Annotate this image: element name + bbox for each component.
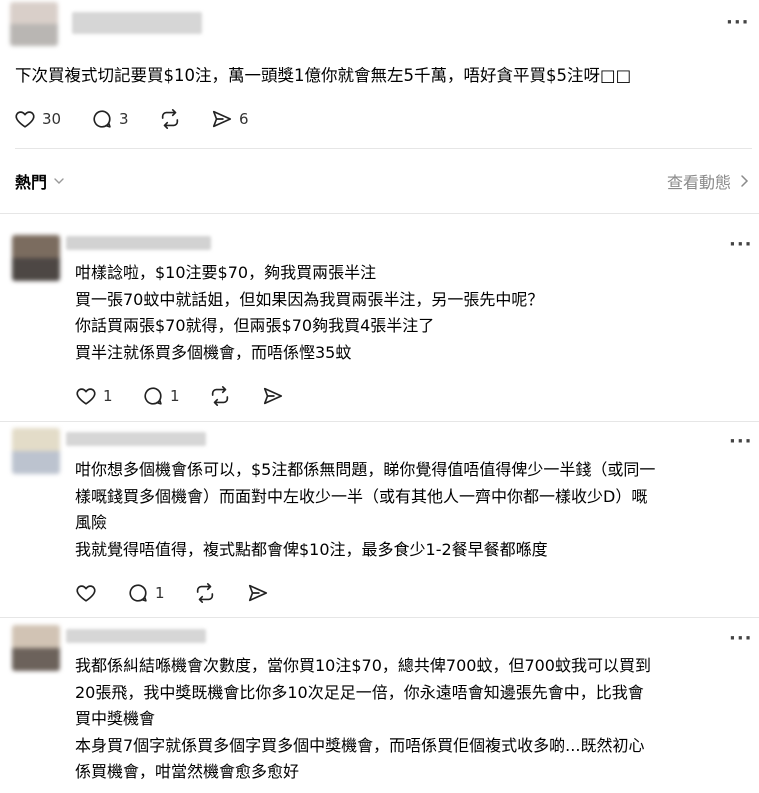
- send-icon: [263, 387, 283, 405]
- comment-line: 本身買7個字就係買多個字買多個中獎機會，而唔係買佢個複式收多啲...既然初心: [75, 735, 645, 755]
- comment-line: 我就覺得唔值得，複式點都會俾$10注，最多食少1-2餐早餐都喺度: [75, 539, 548, 559]
- heart-icon: [76, 585, 96, 602]
- comment-reply-button[interactable]: 1: [127, 582, 165, 604]
- comment-more-icon[interactable]: ···: [729, 433, 753, 451]
- comment-icon: [129, 584, 147, 602]
- comment-line: 咁你想多個機會係可以，$5注都係無問題，睇你覺得值唔值得俾少一半錢（或同一: [75, 460, 656, 479]
- send-icon: [248, 584, 268, 602]
- chevron-right-icon: [741, 175, 749, 187]
- repost-icon: [196, 583, 214, 603]
- comment-line: 你話買兩張$70就得，但兩張$70夠我買4張半注了: [75, 316, 435, 335]
- comment-text: 咁你想多個機會係可以，$5注都係無問題，睇你覺得值唔值得俾少一半錢（或同一 樣嘅…: [75, 457, 750, 563]
- divider: [0, 213, 759, 214]
- comment-more-icon[interactable]: ···: [729, 236, 753, 254]
- view-activity-label: 查看動態: [666, 173, 731, 192]
- comment-line: 咁樣諗啦，$10注要$70，夠我買兩張半注: [75, 263, 377, 282]
- comment-like-count: 1: [103, 387, 113, 405]
- heart-icon: [76, 388, 96, 405]
- sort-dropdown[interactable]: 熱門: [15, 169, 65, 193]
- comment-line: 20張飛，我中獎既機會比你多10次足足一倍，你永遠唔會知邊張先會中，比我會: [75, 682, 644, 702]
- comment-share-button[interactable]: [262, 385, 284, 407]
- chevron-down-icon: [54, 178, 64, 184]
- post-repost-button[interactable]: [158, 108, 182, 130]
- post-share-button[interactable]: 6: [211, 108, 249, 130]
- comment-repost-button[interactable]: [208, 385, 232, 407]
- post-author-name[interactable]: [72, 12, 202, 34]
- comment-repost-button[interactable]: [193, 582, 217, 604]
- comment-icon: [93, 110, 111, 128]
- post-text: 下次買複式切記要買$10注，萬一頭獎1億你就會無左5千萬，唔好貪平買$5注呀□□: [15, 66, 632, 85]
- comment-line: 買半注就係買多個機會，而唔係慳35蚊: [75, 342, 352, 362]
- comment-line: 係買機會，咁當然機會愈多愈好: [75, 762, 300, 781]
- sort-label: 熱門: [15, 173, 48, 192]
- post-like-button[interactable]: 30: [14, 108, 61, 130]
- post-like-count: 30: [42, 110, 62, 128]
- comment-author-name[interactable]: [66, 629, 206, 643]
- divider: [15, 148, 752, 149]
- divider: [0, 617, 759, 618]
- comment-avatar[interactable]: [12, 428, 60, 474]
- repost-icon: [161, 109, 179, 129]
- comment-text: 我都係糾結喺機會次數度，當你買10注$70，總共俾700蚊，但700蚊我可以買到…: [75, 653, 750, 786]
- repost-icon: [211, 386, 229, 406]
- comment-more-icon[interactable]: ···: [729, 630, 753, 648]
- comment-line: 買一張70蚊中就話姐，但如果因為我買兩張半注，另一張先中呢？: [75, 289, 544, 309]
- send-icon: [212, 110, 232, 128]
- post-share-count: 6: [239, 110, 249, 128]
- comment-share-button[interactable]: [247, 582, 269, 604]
- comment-reply-count: 1: [155, 584, 165, 602]
- comment-author-name[interactable]: [66, 236, 211, 250]
- comment-like-button[interactable]: [75, 582, 97, 604]
- post-more-icon[interactable]: ···: [726, 14, 750, 32]
- heart-icon: [15, 111, 35, 128]
- comment-like-button[interactable]: 1: [75, 385, 113, 407]
- comment-reply-count: 1: [170, 387, 180, 405]
- post-reply-count: 3: [119, 110, 129, 128]
- comment-line: 風險: [75, 513, 108, 532]
- comment-text: 咁樣諗啦，$10注要$70，夠我買兩張半注 買一張70蚊中就話姐，但如果因為我買…: [75, 260, 750, 366]
- comment-avatar[interactable]: [12, 235, 60, 281]
- post-author-avatar[interactable]: [10, 2, 58, 46]
- post-reply-button[interactable]: 3: [91, 108, 129, 130]
- comment-icon: [144, 387, 162, 405]
- comment-line: 買中獎機會: [75, 709, 156, 728]
- comment-author-name[interactable]: [66, 432, 206, 446]
- divider: [0, 421, 759, 422]
- comment-line: 我都係糾結喺機會次數度，當你買10注$70，總共俾700蚊，但700蚊我可以買到: [75, 656, 651, 675]
- comment-line: 樣嘅錢買多個機會）而面對中左收少一半（或有其他人一齊中你都一樣收少D）嘅: [75, 486, 648, 506]
- comment-avatar[interactable]: [12, 625, 60, 671]
- comment-reply-button[interactable]: 1: [142, 385, 180, 407]
- view-activity-link[interactable]: 查看動態: [667, 169, 749, 193]
